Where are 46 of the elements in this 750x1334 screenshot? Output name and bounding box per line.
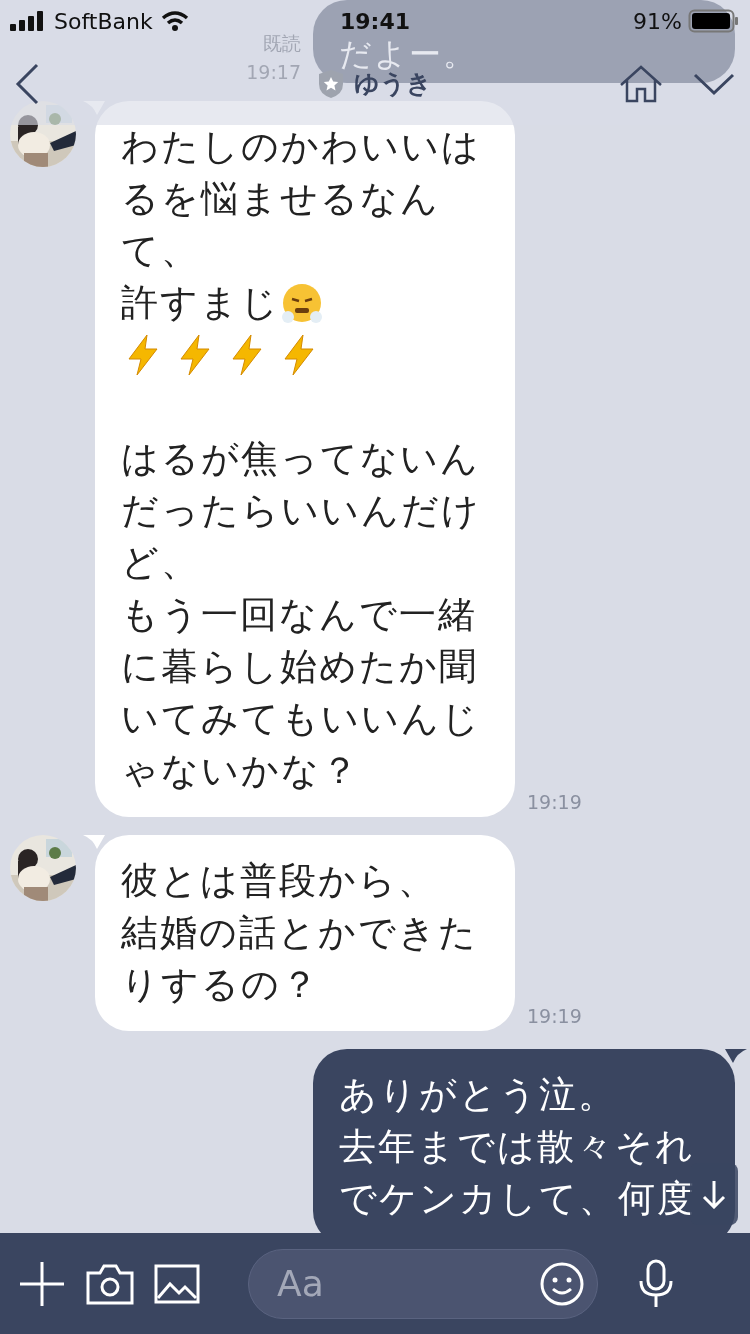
message-text: ありがとう泣。 [339, 1072, 617, 1118]
battery-icon [688, 9, 740, 33]
message-text: ゃないかな？ [121, 748, 360, 794]
carrier-name: SoftBank [54, 8, 153, 34]
message-text: ど、 [121, 540, 200, 586]
microphone-icon [638, 1258, 674, 1309]
message-text: りするの？ [121, 962, 320, 1008]
plus-button[interactable] [18, 1259, 66, 1308]
emoji-button[interactable] [539, 1260, 585, 1307]
message-text: 結婚の話とかできた [121, 910, 478, 956]
wifi-icon [160, 10, 189, 32]
plus-icon [18, 1259, 66, 1308]
battery-percent: 91% [633, 8, 682, 34]
message-text: 去年までは散々それ [339, 1124, 695, 1170]
message-text: いてみてもいいんじ [121, 696, 481, 742]
message-text: でケンカして、何度 [339, 1176, 696, 1222]
steaming-face-emoji-icon [280, 281, 324, 325]
message-time: 19:19 [527, 791, 582, 813]
home-button[interactable] [619, 64, 663, 103]
message-text: 許すまじ [121, 280, 280, 326]
smiley-icon [539, 1260, 585, 1307]
message-text: て、 [121, 228, 200, 274]
message-text: に暮らし始めたか聞 [121, 644, 478, 690]
menu-toggle-button[interactable] [693, 71, 735, 96]
bubble-tail [83, 835, 105, 849]
message-field[interactable]: Aa [248, 1248, 598, 1319]
image-button[interactable] [154, 1263, 200, 1304]
message-text: 彼とは普段から、 [121, 858, 437, 904]
down-arrow-icon [702, 1179, 726, 1209]
bubble-tail [725, 1049, 747, 1063]
chat-title: ゆうき [354, 69, 432, 100]
chevron-left-icon [15, 62, 39, 105]
status-time: 19:41 [340, 8, 410, 34]
message-text: だよー。 [339, 37, 477, 71]
message-text: わたしのかわいいは [121, 124, 481, 170]
message-text: だったらいいんだけ [121, 488, 481, 534]
message-time: 19:19 [527, 1005, 582, 1027]
message-input-field[interactable]: Aa [275, 1262, 539, 1305]
microphone-button[interactable] [638, 1258, 674, 1309]
message-text: もう一回なんで一緒 [121, 592, 477, 638]
camera-icon [86, 1262, 134, 1305]
signal-icon [10, 11, 46, 31]
message-text: はるが焦ってないん [121, 436, 480, 482]
image-icon [154, 1263, 200, 1304]
camera-button[interactable] [86, 1262, 134, 1305]
message-text: るを悩ませるなん [121, 176, 440, 222]
